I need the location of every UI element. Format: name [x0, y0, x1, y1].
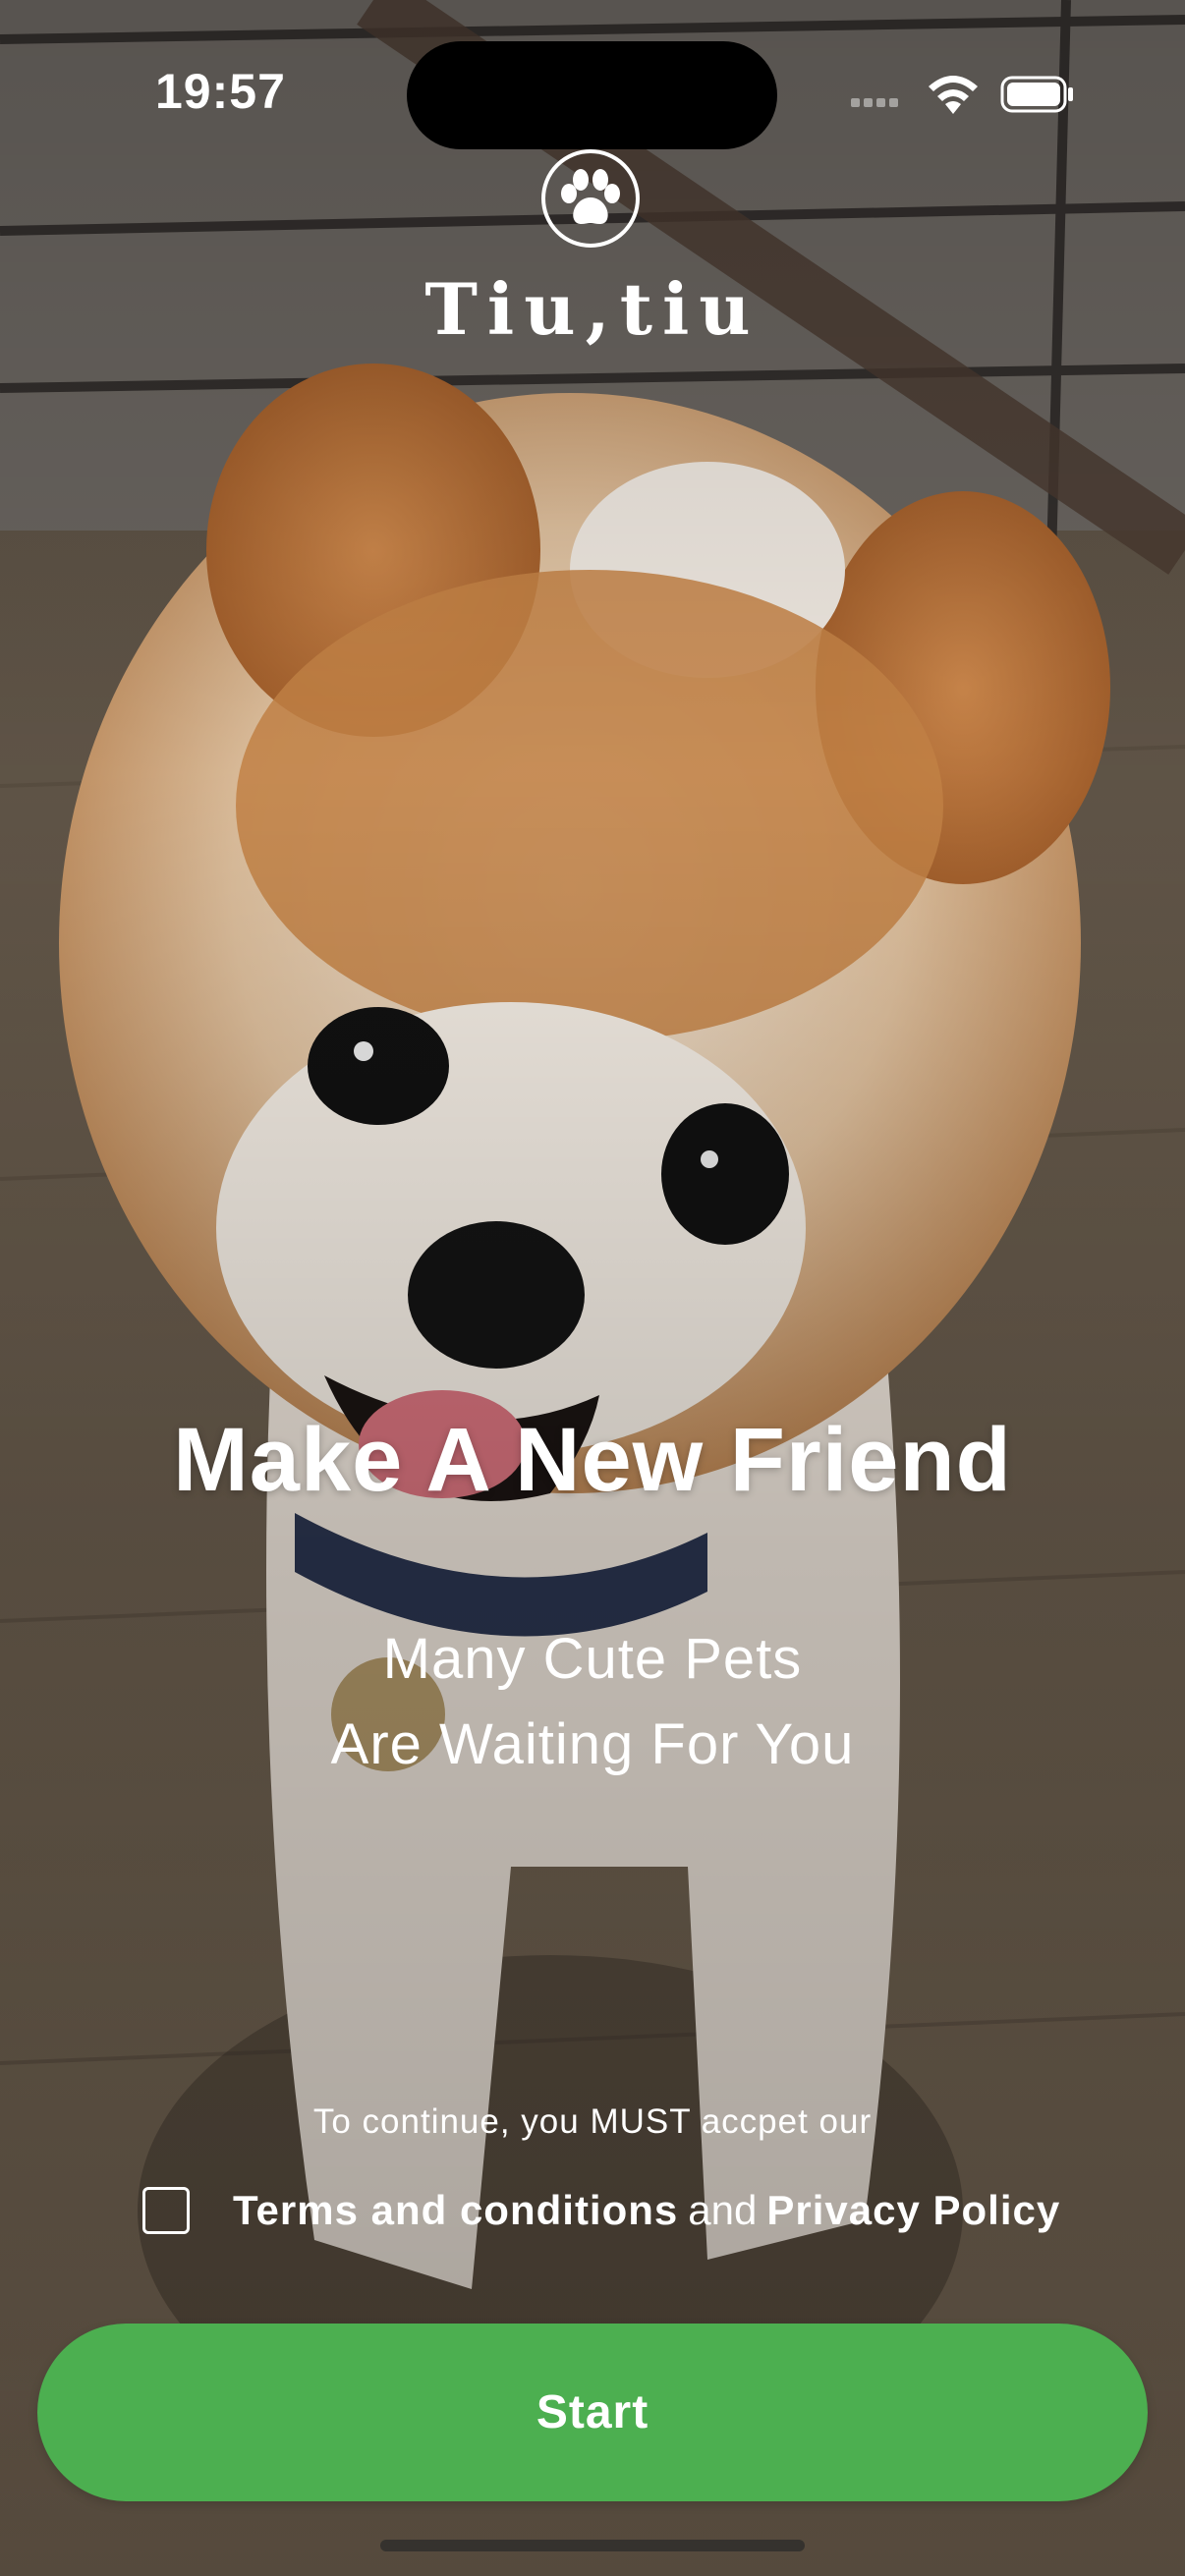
paw-icon	[561, 169, 620, 224]
paw-logo	[541, 149, 640, 248]
terms-link[interactable]: Terms and conditions	[233, 2187, 678, 2234]
onboarding-screen: 19:57 Tiu,tiu Make A New Friend Many Cut…	[0, 0, 1185, 2576]
dynamic-island	[407, 41, 777, 149]
and-text: and	[688, 2187, 758, 2233]
battery-icon	[1000, 76, 1073, 113]
terms-row: Terms and conditions and Privacy Policy	[142, 2183, 1060, 2238]
brand-name: Tiu,tiu	[424, 267, 761, 351]
terms-text: Terms and conditions and Privacy Policy	[233, 2187, 1060, 2234]
terms-notice: To continue, you MUST accpet our	[312, 2102, 873, 2141]
subline-2: Are Waiting For You	[330, 1712, 855, 1776]
cellular-signal-icon	[851, 98, 906, 112]
status-time: 19:57	[155, 64, 286, 119]
subline-1: Many Cute Pets	[382, 1627, 803, 1691]
privacy-link[interactable]: Privacy Policy	[766, 2187, 1060, 2234]
wifi-icon	[929, 76, 978, 114]
home-indicator	[380, 2540, 805, 2551]
headline: Make A New Friend	[173, 1410, 1012, 1510]
accept-terms-checkbox[interactable]	[142, 2187, 190, 2234]
start-button[interactable]: Start	[37, 2324, 1148, 2501]
